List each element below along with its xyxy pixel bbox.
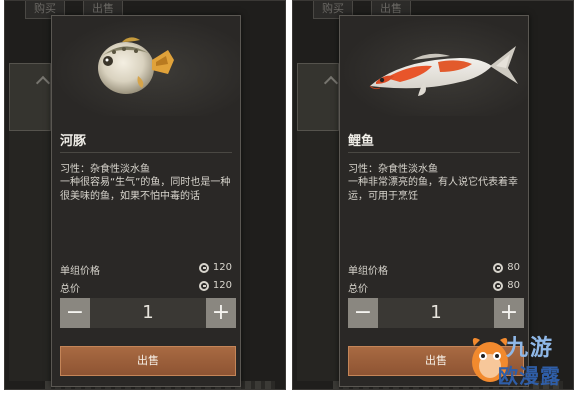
fish-image-area <box>340 16 528 116</box>
total-price-label: 总价 <box>60 284 80 295</box>
total-price-label: 总价 <box>348 284 368 295</box>
coin-icon <box>493 262 504 273</box>
background-item-tile[interactable] <box>297 63 339 131</box>
divider <box>60 152 232 153</box>
total-price-value: 80 <box>507 280 520 291</box>
fish-image-area <box>52 16 240 116</box>
total-price-row: 总价 120 <box>60 280 232 295</box>
minus-icon: − <box>65 300 85 325</box>
background-panel <box>9 131 55 381</box>
chevron-icon <box>35 75 51 91</box>
watermark-logo: 九游 欧漫露 <box>468 322 578 396</box>
coin-icon <box>493 280 504 291</box>
chevron-icon <box>323 75 339 91</box>
fish-name: 河豚 <box>60 134 87 149</box>
watermark-text-bottom: 欧漫露 <box>498 364 561 388</box>
divider <box>348 152 520 153</box>
unit-price-label: 单组价格 <box>60 266 100 277</box>
pufferfish-icon <box>98 37 174 94</box>
fish-name: 鲤鱼 <box>348 134 375 149</box>
sell-button[interactable]: 出售 <box>60 346 236 376</box>
left-screenshot: 购买 出售 河豚 习性：杂食性淡水鱼 一种很容易“生气”的鱼，同时也是一种很美味… <box>4 0 286 390</box>
unit-price-label: 单组价格 <box>348 266 388 277</box>
decrease-button[interactable]: − <box>60 298 90 328</box>
fish-description: 一种很容易“生气”的鱼，同时也是一种很美味的鱼，如果不怕中毒的话 <box>60 177 231 202</box>
fish-habit: 习性：杂食性淡水鱼 <box>348 164 438 175</box>
increase-button[interactable]: + <box>206 298 236 328</box>
fish-habit: 习性：杂食性淡水鱼 <box>60 164 150 175</box>
background-panel <box>297 131 343 381</box>
quantity-value[interactable]: 1 <box>90 298 206 328</box>
quantity-stepper: − 1 + <box>60 298 236 328</box>
total-price-row: 总价 80 <box>348 280 520 295</box>
unit-price-value: 120 <box>212 262 232 273</box>
total-price-value: 120 <box>212 280 232 291</box>
coin-icon <box>198 262 209 273</box>
unit-price-row: 单组价格 120 <box>60 262 232 277</box>
background-item-tile[interactable] <box>9 63 51 131</box>
fish-description: 一种非常漂亮的鱼，有人说它代表着幸运，可用于烹饪 <box>348 177 518 202</box>
watermark-text-top: 九游 <box>506 336 555 361</box>
unit-price-value: 80 <box>507 262 520 273</box>
decrease-button[interactable]: − <box>348 298 378 328</box>
plus-icon: + <box>211 300 231 325</box>
minus-icon: − <box>353 300 373 325</box>
sell-dialog: 河豚 习性：杂食性淡水鱼 一种很容易“生气”的鱼，同时也是一种很美味的鱼，如果不… <box>51 15 241 387</box>
coin-icon <box>198 280 209 291</box>
koi-icon <box>369 46 518 96</box>
unit-price-row: 单组价格 80 <box>348 262 520 277</box>
